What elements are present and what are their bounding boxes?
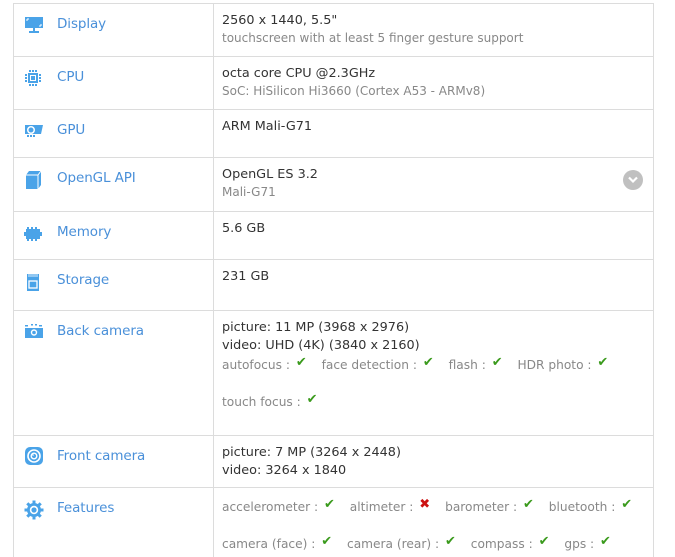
feature-touch-focus: touch focus : ✔ <box>222 392 318 409</box>
cpu-soc: SoC: HiSilicon Hi3660 (Cortex A53 - ARMv… <box>222 84 486 98</box>
value-cell: OpenGL ES 3.2 Mali-G71 <box>214 158 653 211</box>
label-cell: Front camera <box>14 436 214 487</box>
value-cell: 2560 x 1440, 5.5" touchscreen with at le… <box>214 4 653 56</box>
spec-row-front-camera: Front camera picture: 7 MP (3264 x 2448)… <box>14 435 653 487</box>
value-cell: picture: 11 MP (3968 x 2976) video: UHD … <box>214 311 653 435</box>
spec-row-opengl: OpenGL API OpenGL ES 3.2 Mali-G71 <box>14 157 653 211</box>
check-icon: ✔ <box>597 355 609 370</box>
spec-label: Memory <box>57 224 112 240</box>
cpu-description: octa core CPU @2.3GHz <box>222 66 376 81</box>
features-line-2: camera (face) : ✔ camera (rear) : ✔ comp… <box>222 534 653 554</box>
front-camera-icon <box>24 446 43 465</box>
spec-row-cpu: CPU octa core CPU @2.3GHz SoC: HiSilicon… <box>14 56 653 109</box>
feature-autofocus: autofocus : ✔ <box>222 355 307 372</box>
back-camera-picture: picture: 11 MP (3968 x 2976) <box>222 320 410 335</box>
spec-label: Display <box>57 16 107 32</box>
spec-row-features: Features accelerometer : ✔ altimeter : ✖… <box>14 487 653 557</box>
spec-row-back-camera: Back camera picture: 11 MP (3968 x 2976)… <box>14 310 653 435</box>
cube-icon <box>24 170 42 189</box>
display-touch-info: touchscreen with at least 5 finger gestu… <box>222 31 524 45</box>
feature-accelerometer: accelerometer : ✔ <box>222 497 335 514</box>
memory-size: 5.6 GB <box>222 221 266 236</box>
label-cell: Storage <box>14 260 214 310</box>
cross-icon: ✖ <box>419 497 431 512</box>
feature-flash: flash : ✔ <box>448 355 503 372</box>
feature-compass: compass : ✔ <box>470 534 550 551</box>
camera-icon <box>24 323 43 341</box>
feature-altimeter: altimeter : ✖ <box>349 497 431 514</box>
check-icon: ✔ <box>621 497 633 512</box>
value-cell: accelerometer : ✔ altimeter : ✖ baromete… <box>214 488 653 557</box>
display-icon <box>24 16 43 34</box>
value-cell: picture: 7 MP (3264 x 2448) video: 3264 … <box>214 436 653 487</box>
spec-table: Display 2560 x 1440, 5.5" touchscreen wi… <box>13 3 654 557</box>
label-cell: Memory <box>14 212 214 259</box>
feature-gps: gps : ✔ <box>564 534 611 551</box>
label-cell: Features <box>14 488 214 557</box>
value-cell: ARM Mali-G71 <box>214 110 653 157</box>
features-line-1: accelerometer : ✔ altimeter : ✖ baromete… <box>222 497 653 517</box>
memory-icon <box>24 226 42 244</box>
check-icon: ✔ <box>295 355 307 370</box>
back-camera-features: autofocus : ✔ face detection : ✔ flash :… <box>222 355 653 375</box>
value-cell: 5.6 GB <box>214 212 653 259</box>
feature-camera-face: camera (face) : ✔ <box>222 534 333 551</box>
spec-row-display: Display 2560 x 1440, 5.5" touchscreen wi… <box>14 3 653 56</box>
spec-label: Front camera <box>57 448 146 464</box>
storage-size: 231 GB <box>222 269 270 284</box>
spec-label: Features <box>57 500 115 516</box>
spec-row-memory: Memory 5.6 GB <box>14 211 653 259</box>
check-icon: ✔ <box>323 497 335 512</box>
opengl-gpu: Mali-G71 <box>222 185 276 199</box>
value-cell: 231 GB <box>214 260 653 310</box>
front-camera-video: video: 3264 x 1840 <box>222 463 347 478</box>
label-cell: Display <box>14 4 214 56</box>
spec-row-gpu: GPU ARM Mali-G71 <box>14 109 653 157</box>
display-resolution: 2560 x 1440, 5.5" <box>222 13 338 28</box>
chevron-down-icon <box>628 176 638 184</box>
expand-button[interactable] <box>623 170 643 190</box>
gpu-icon <box>24 122 43 140</box>
feature-camera-rear: camera (rear) : ✔ <box>347 534 456 551</box>
spec-label: Storage <box>57 272 110 288</box>
label-cell: Back camera <box>14 311 214 435</box>
feature-barometer: barometer : ✔ <box>445 497 534 514</box>
gear-icon <box>24 500 44 520</box>
front-camera-picture: picture: 7 MP (3264 x 2448) <box>222 445 401 460</box>
spec-label: GPU <box>57 122 86 138</box>
label-cell: CPU <box>14 57 214 109</box>
check-icon: ✔ <box>321 534 333 549</box>
check-icon: ✔ <box>306 392 318 407</box>
back-camera-video: video: UHD (4K) (3840 x 2160) <box>222 338 420 353</box>
check-icon: ✔ <box>538 534 550 549</box>
spec-label: CPU <box>57 69 85 85</box>
check-icon: ✔ <box>523 497 534 512</box>
value-cell: octa core CPU @2.3GHz SoC: HiSilicon Hi3… <box>214 57 653 109</box>
feature-hdr-photo: HDR photo : ✔ <box>517 355 609 372</box>
gpu-name: ARM Mali-G71 <box>222 119 313 134</box>
feature-face-detection: face detection : ✔ <box>321 355 434 372</box>
cpu-icon <box>24 69 42 87</box>
check-icon: ✔ <box>422 355 434 370</box>
spec-label: Back camera <box>57 323 144 339</box>
feature-bluetooth: bluetooth : ✔ <box>548 497 633 514</box>
check-icon: ✔ <box>600 534 611 549</box>
check-icon: ✔ <box>444 534 456 549</box>
spec-label: OpenGL API <box>57 170 136 186</box>
back-camera-features-2: touch focus : ✔ <box>222 392 653 412</box>
check-icon: ✔ <box>491 355 503 370</box>
opengl-version: OpenGL ES 3.2 <box>222 167 318 182</box>
sd-card-icon <box>24 272 42 291</box>
label-cell: OpenGL API <box>14 158 214 211</box>
label-cell: GPU <box>14 110 214 157</box>
spec-row-storage: Storage 231 GB <box>14 259 653 310</box>
